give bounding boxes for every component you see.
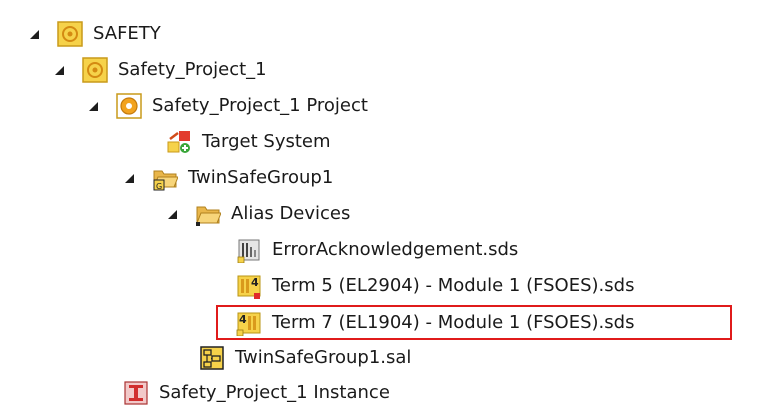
tree-node-erroracknowledgement[interactable]: ErrorAcknowledgement.sds bbox=[209, 233, 518, 267]
tree-node-alias-devices[interactable]: Alias Devices bbox=[168, 197, 350, 231]
sal-file-icon bbox=[200, 346, 224, 370]
tree-node-label: Safety_Project_1 bbox=[118, 59, 267, 80]
expanded-arrow-icon[interactable] bbox=[125, 173, 134, 183]
group-folder-icon: G bbox=[153, 170, 178, 191]
safety-project-icon bbox=[82, 57, 108, 83]
tree-node-label: Target System bbox=[202, 131, 331, 152]
tree-node-label: Term 7 (EL1904) - Module 1 (FSOES).sds bbox=[272, 312, 635, 333]
tree-node-safety-project-project[interactable]: Safety_Project_1 Project bbox=[89, 89, 368, 123]
target-system-icon bbox=[167, 131, 190, 153]
instance-icon bbox=[124, 381, 148, 405]
svg-text:G: G bbox=[156, 182, 162, 191]
safety-folder-icon bbox=[57, 21, 83, 47]
tree-node-term7[interactable]: 4 Term 7 (EL1904) - Module 1 (FSOES).sds bbox=[209, 306, 634, 340]
tree-node-target-system[interactable]: Target System bbox=[139, 125, 331, 159]
tree-node-safety-project[interactable]: Safety_Project_1 bbox=[55, 53, 267, 87]
solution-tree: SAFETY Safety_Project_1 Safety_Project_1… bbox=[0, 0, 760, 419]
sds-device-icon bbox=[237, 239, 260, 263]
safety-project-gear-icon bbox=[116, 93, 142, 119]
tree-node-label: TwinSafeGroup1.sal bbox=[235, 347, 412, 368]
tree-node-label: Alias Devices bbox=[231, 203, 351, 224]
tree-node-safety[interactable]: SAFETY bbox=[30, 17, 161, 51]
tree-node-label: Term 5 (EL2904) - Module 1 (FSOES).sds bbox=[272, 275, 635, 296]
open-folder-icon bbox=[196, 206, 221, 226]
expanded-arrow-icon[interactable] bbox=[168, 209, 177, 219]
svg-text:4: 4 bbox=[251, 276, 259, 289]
tree-node-safety-project-instance[interactable]: Safety_Project_1 Instance bbox=[96, 376, 390, 410]
tree-node-label: Safety_Project_1 Instance bbox=[159, 382, 390, 403]
tree-node-label: SAFETY bbox=[93, 23, 161, 44]
tree-node-label: TwinSafeGroup1 bbox=[188, 167, 334, 188]
sds-output-icon: 4 bbox=[237, 275, 261, 299]
tree-node-label: Safety_Project_1 Project bbox=[152, 95, 368, 116]
expanded-arrow-icon[interactable] bbox=[89, 101, 98, 111]
expanded-arrow-icon[interactable] bbox=[30, 29, 39, 39]
sds-input-icon: 4 bbox=[236, 312, 261, 336]
tree-node-twinsafegroup1-sal[interactable]: TwinSafeGroup1.sal bbox=[172, 341, 411, 375]
svg-text:4: 4 bbox=[239, 313, 247, 326]
expanded-arrow-icon[interactable] bbox=[55, 65, 64, 75]
tree-node-twinsafegroup1[interactable]: G TwinSafeGroup1 bbox=[125, 161, 333, 195]
tree-node-term5[interactable]: 4 Term 5 (EL2904) - Module 1 (FSOES).sds bbox=[209, 269, 634, 303]
tree-node-label: ErrorAcknowledgement.sds bbox=[272, 239, 519, 260]
